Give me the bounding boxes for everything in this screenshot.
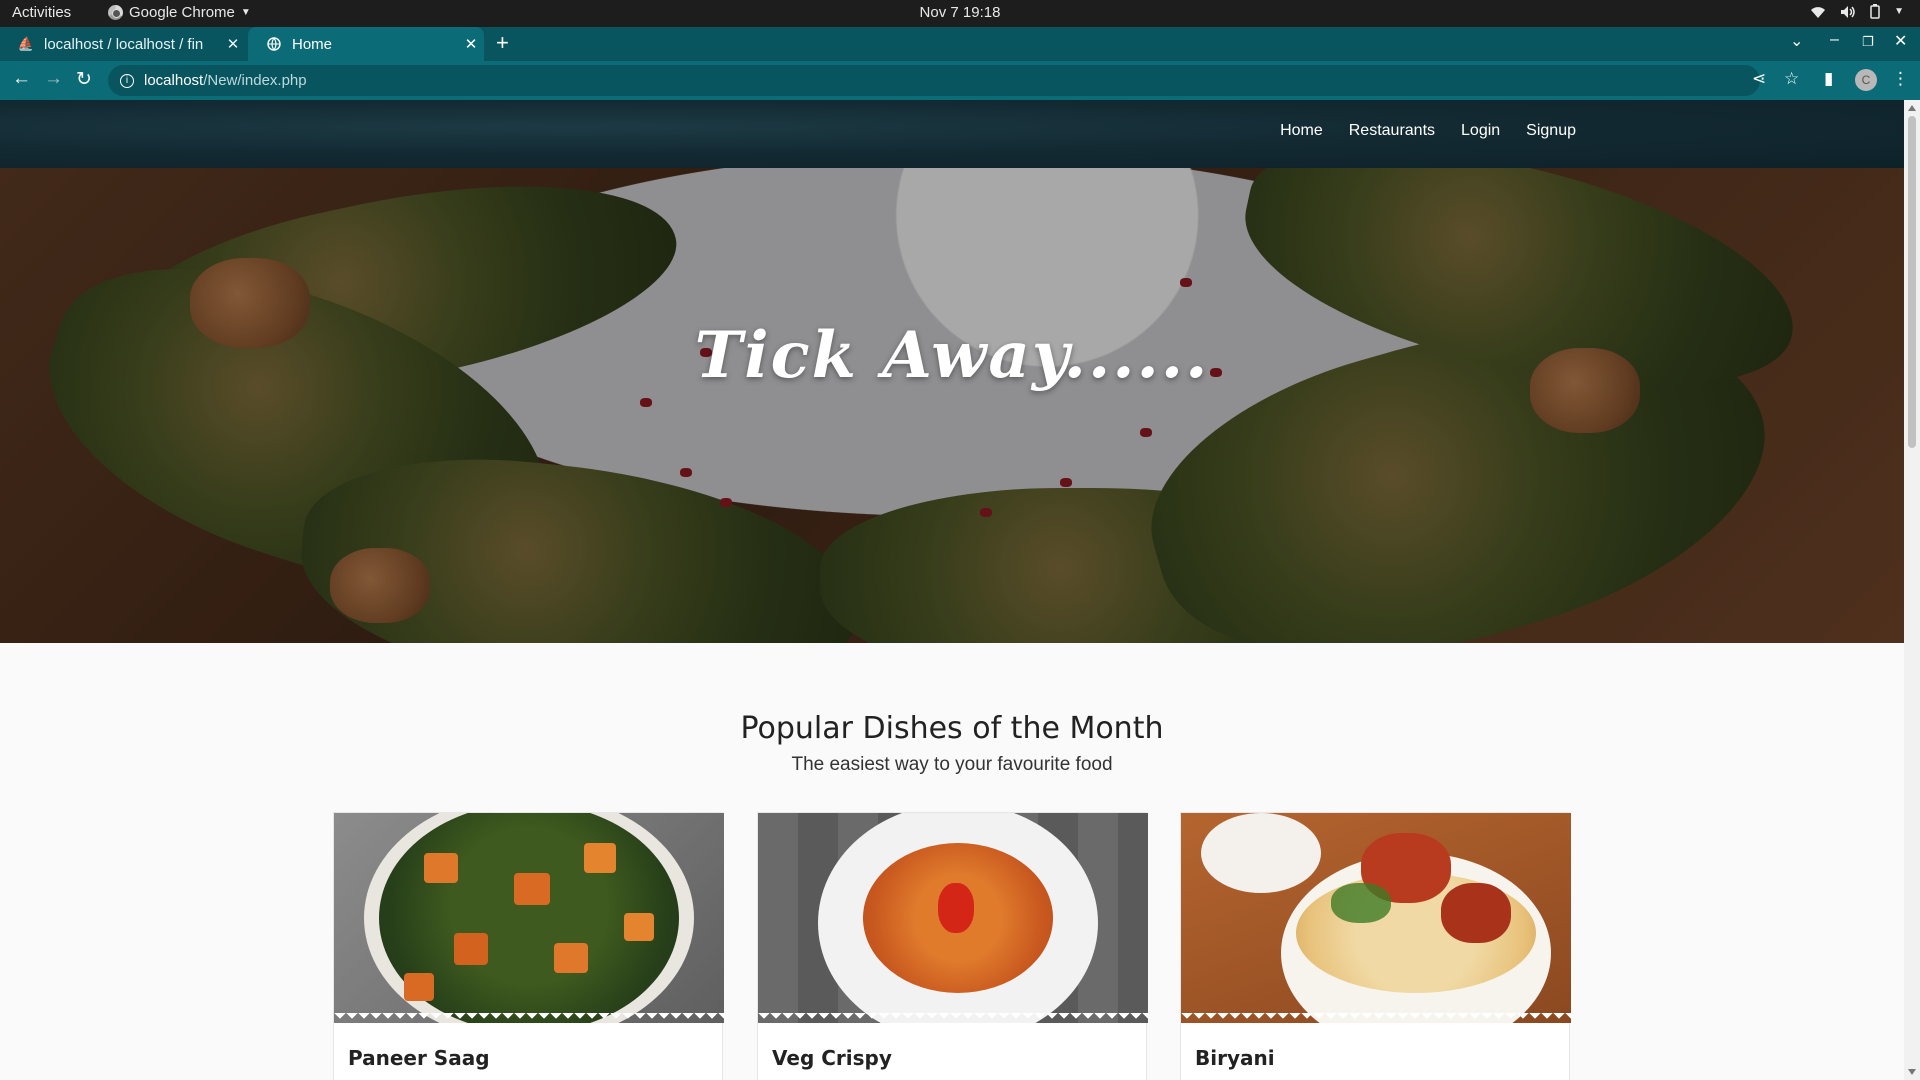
page-scrollbar[interactable] [1904,100,1920,1080]
section-title: Popular Dishes of the Month [740,711,1164,746]
url-host: localhost [144,72,204,89]
tab-phpmyadmin[interactable]: ⛵ localhost / localhost / fin ✕ [0,27,246,61]
clock[interactable]: Nov 7 19:18 [0,4,1920,21]
restore-icon[interactable]: ❐ [1862,34,1874,50]
site-navbar: Home Restaurants Login Signup [0,100,1904,168]
close-icon[interactable]: ✕ [458,35,484,53]
dish-card-veg-crispy[interactable]: Veg Crispy [757,812,1148,1080]
tab-search-icon[interactable]: ⌄ [1790,31,1803,51]
tab-home[interactable]: Home ✕ [248,27,484,61]
dish-card-biryani[interactable]: Biryani [1180,812,1571,1080]
chevron-down-icon: ▼ [1894,6,1904,17]
hero-banner: Tick Away...... [0,168,1904,643]
dish-name: Paneer Saag [348,1046,490,1070]
dish-image [758,813,1148,1023]
nav-restaurants-link[interactable]: Restaurants [1349,122,1435,140]
site-info-icon[interactable]: i [120,73,134,88]
profile-avatar[interactable]: C [1855,69,1877,91]
tab-title: localhost / localhost / fin [44,35,204,53]
volume-icon [1841,5,1855,18]
page-viewport: Home Restaurants Login Signup Tick Away.… [0,100,1904,1080]
section-subtitle: The easiest way to your favourite food [791,754,1113,775]
url-path: /New/index.php [203,72,307,89]
menu-kebab-icon[interactable]: ⋮ [1892,69,1909,89]
new-tab-button[interactable]: + [496,30,509,56]
globe-icon [266,36,282,52]
popular-dishes-section: Popular Dishes of the Month The easiest … [0,643,1904,1080]
wifi-icon [1811,6,1826,18]
dish-image [334,813,724,1023]
phpmyadmin-icon: ⛵ [17,36,35,51]
nav-signup-link[interactable]: Signup [1526,122,1576,140]
browser-toolbar: ← → ↻ i localhost/New/index.php ⋖ ☆ ▮ C … [0,61,1920,100]
system-top-bar: Activities Google Chrome ▼ Nov 7 19:18 ▼ [0,0,1920,27]
site-nav-links: Home Restaurants Login Signup [1280,122,1576,140]
scroll-up-arrow-icon[interactable] [1908,105,1916,111]
battery-icon [1870,4,1880,19]
reload-icon[interactable]: ↻ [76,68,92,91]
tab-title: Home [292,35,333,53]
window-close-icon[interactable]: ✕ [1894,31,1907,51]
scroll-down-arrow-icon[interactable] [1908,1069,1916,1075]
dish-name: Veg Crispy [772,1046,892,1070]
close-icon[interactable]: ✕ [220,35,246,53]
side-panel-icon[interactable]: ▮ [1824,69,1833,89]
dish-card-paneer-saag[interactable]: Paneer Saag [333,812,724,1080]
forward-icon[interactable]: → [44,68,63,90]
hero-tagline: Tick Away...... [694,318,1210,393]
bookmark-star-icon[interactable]: ☆ [1784,69,1799,89]
nav-home-link[interactable]: Home [1280,122,1323,140]
address-bar[interactable]: i localhost/New/index.php [108,65,1760,96]
scrollbar-thumb[interactable] [1908,116,1916,448]
dish-image [1181,813,1571,1023]
tab-strip: ⛵ localhost / localhost / fin ✕ Home ✕ +… [0,27,1920,61]
dish-name: Biryani [1195,1046,1275,1070]
minimize-icon[interactable]: ‒ [1830,31,1839,49]
system-tray[interactable]: ▼ [1810,4,1904,19]
share-icon[interactable]: ⋖ [1752,69,1766,89]
back-icon[interactable]: ← [12,68,31,90]
nav-login-link[interactable]: Login [1461,122,1500,140]
